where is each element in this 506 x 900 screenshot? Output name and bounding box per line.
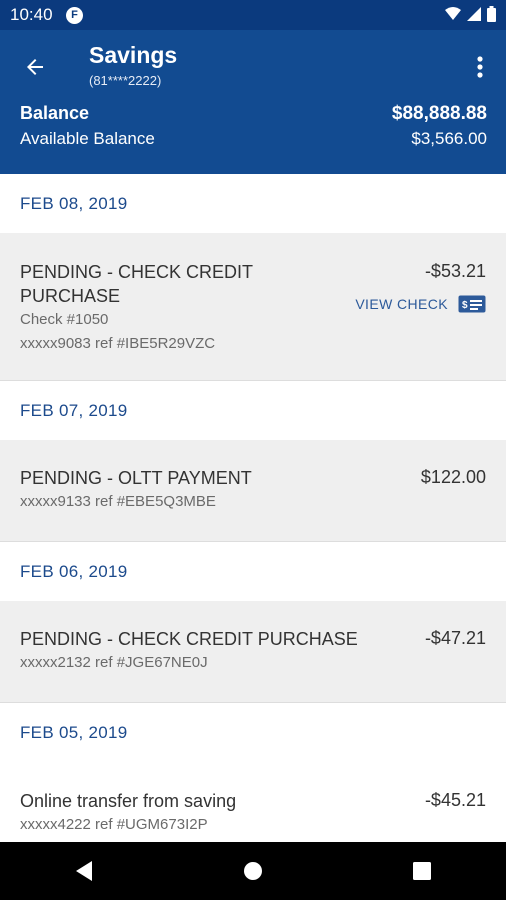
status-bar: 10:40 F bbox=[0, 0, 506, 30]
check-image-icon: $ bbox=[458, 295, 486, 313]
available-balance-label: Available Balance bbox=[20, 129, 155, 148]
balance-value: $88,888.88 bbox=[391, 103, 487, 124]
home-circle-icon bbox=[243, 862, 262, 880]
transaction-row[interactable]: Online transfer from saving xxxxx4222 re… bbox=[0, 762, 506, 842]
account-header: Savings (81****2222) Balance $88,888.88 … bbox=[0, 30, 506, 174]
transaction-amount: $122.00 bbox=[420, 467, 486, 487]
transaction-amount: -$47.21 bbox=[424, 628, 486, 648]
signal-icon bbox=[467, 7, 481, 21]
arrow-left-icon bbox=[27, 59, 43, 75]
available-balance-value: $3,566.00 bbox=[411, 129, 487, 148]
transaction-description: PENDING - CHECK CREDIT bbox=[20, 262, 254, 282]
wifi-icon bbox=[445, 7, 461, 20]
transaction-reference: xxxxx4222 ref #UGM673I2P bbox=[20, 816, 208, 833]
transaction-list: FEB 08, 2019 PENDING - CHECK CREDIT PURC… bbox=[0, 174, 506, 842]
date-header: FEB 08, 2019 bbox=[0, 174, 506, 233]
back-triangle-icon bbox=[76, 861, 93, 881]
balance-label: Balance bbox=[20, 103, 90, 123]
more-vert-icon bbox=[477, 56, 483, 78]
transaction-amount: -$53.21 bbox=[424, 261, 486, 281]
transaction-reference: xxxxx9133 ref #EBE5Q3MBE bbox=[20, 493, 216, 510]
transaction-row[interactable]: PENDING - CHECK CREDIT PURCHASE Check #1… bbox=[0, 233, 506, 381]
back-button[interactable] bbox=[18, 50, 52, 84]
check-number: Check #1050 bbox=[20, 311, 109, 328]
status-icons bbox=[445, 6, 496, 22]
transaction-description: PENDING - OLTT PAYMENT bbox=[20, 468, 252, 488]
date-header: FEB 06, 2019 bbox=[0, 542, 506, 601]
transaction-description: Online transfer from saving bbox=[20, 791, 237, 811]
overflow-menu-button[interactable] bbox=[468, 50, 492, 84]
date-header: FEB 05, 2019 bbox=[0, 703, 506, 762]
account-number: (81****2222) bbox=[89, 73, 162, 88]
transaction-row[interactable]: PENDING - CHECK CREDIT PURCHASE xxxxx213… bbox=[0, 601, 506, 703]
transaction-reference: xxxxx9083 ref #IBE5R29VZC bbox=[20, 335, 216, 352]
system-nav-bar bbox=[0, 842, 506, 900]
date-header: FEB 07, 2019 bbox=[0, 381, 506, 440]
nav-home-button[interactable] bbox=[233, 851, 273, 891]
view-check-label: VIEW CHECK bbox=[355, 296, 448, 312]
transaction-description: PENDING - CHECK CREDIT PURCHASE bbox=[20, 629, 358, 649]
transaction-description-cont: PURCHASE bbox=[20, 286, 121, 306]
battery-icon bbox=[487, 6, 496, 22]
nav-back-button[interactable] bbox=[64, 851, 104, 891]
svg-text:$: $ bbox=[462, 300, 468, 311]
transaction-row[interactable]: PENDING - OLTT PAYMENT xxxxx9133 ref #EB… bbox=[0, 440, 506, 542]
transaction-amount: -$45.21 bbox=[424, 790, 486, 810]
nav-recents-button[interactable] bbox=[402, 851, 442, 891]
transaction-reference: xxxxx2132 ref #JGE67NE0J bbox=[20, 654, 208, 671]
page-title: Savings bbox=[89, 42, 178, 68]
app-notification-icon: F bbox=[66, 7, 83, 24]
status-time: 10:40 bbox=[10, 5, 53, 24]
recents-square-icon bbox=[412, 862, 431, 880]
view-check-button[interactable]: VIEW CHECK $ bbox=[355, 295, 486, 313]
